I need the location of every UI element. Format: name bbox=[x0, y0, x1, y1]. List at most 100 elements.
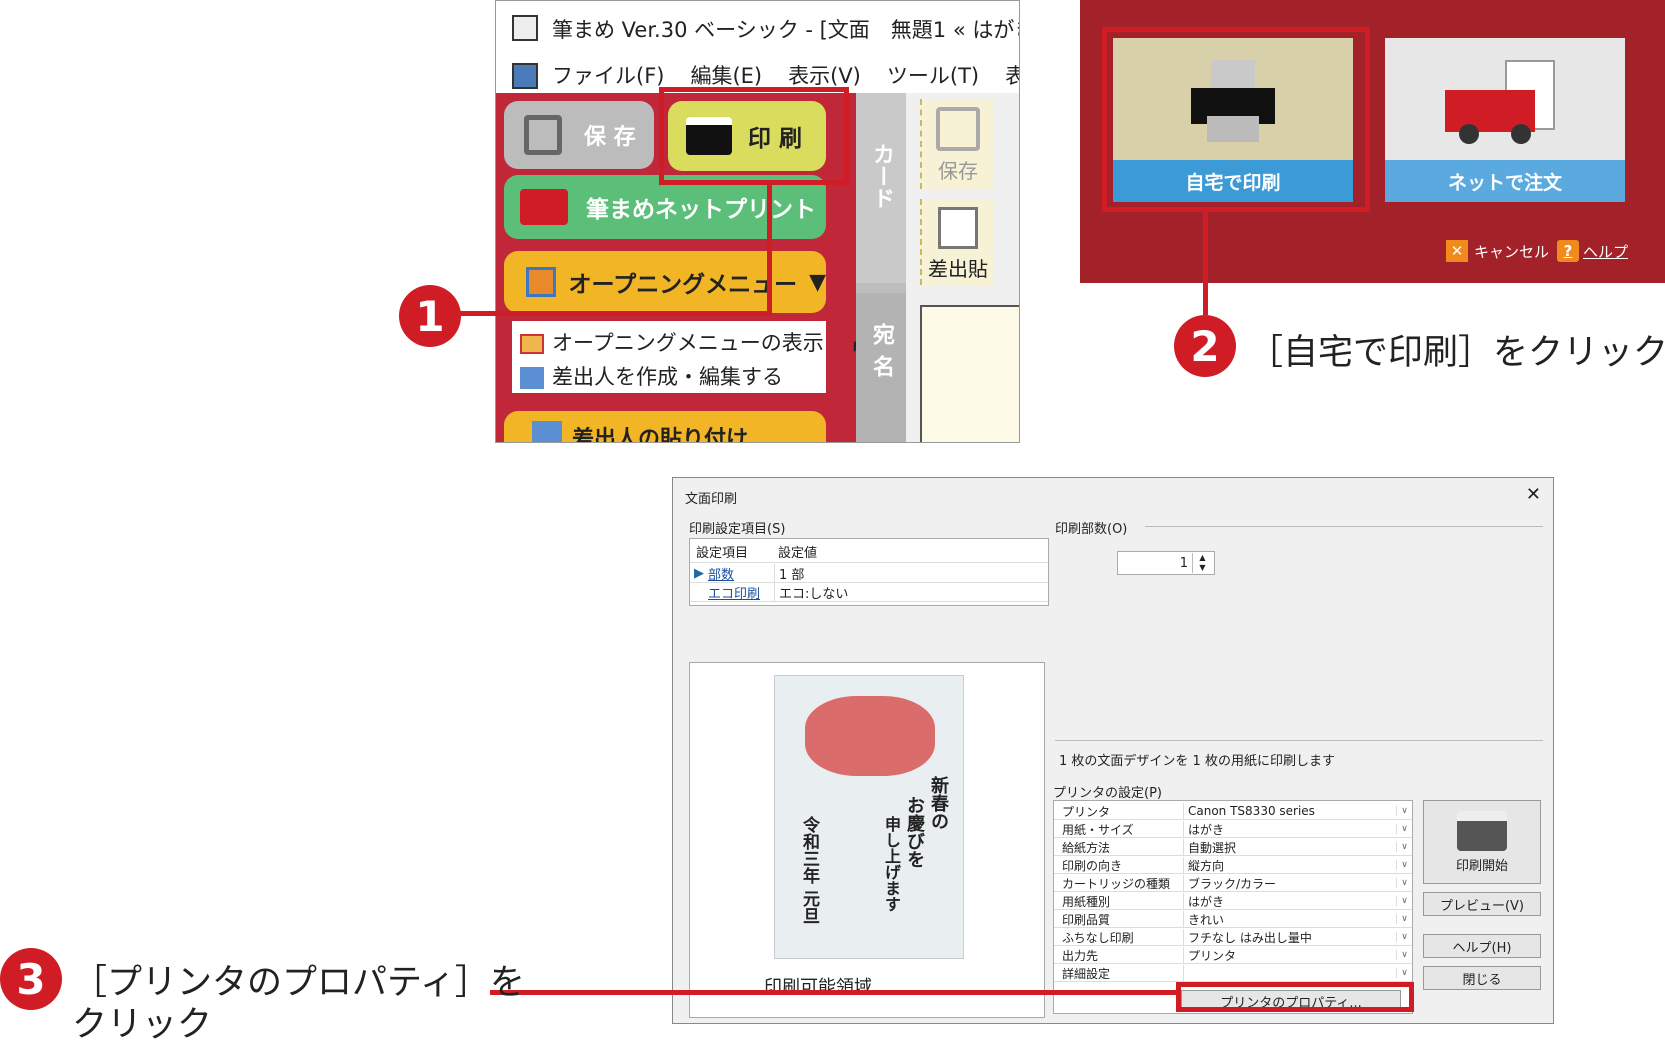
callout-3-text-line2: クリック bbox=[72, 1005, 213, 1045]
save-button[interactable]: 保 存 bbox=[504, 101, 654, 169]
paste-icon bbox=[532, 421, 562, 442]
spin-arrows-icon[interactable]: ▲ ▼ bbox=[1192, 553, 1212, 573]
printer-setting-item: プリンタ bbox=[1054, 802, 1184, 820]
menu-view[interactable]: 表示(V) bbox=[788, 60, 861, 90]
chevron-down-icon[interactable]: ∨ bbox=[1396, 950, 1412, 960]
help-button[interactable]: ヘルプ(H) bbox=[1423, 934, 1541, 958]
printer-setting-row[interactable]: 出力先 プリンタ ∨ bbox=[1054, 946, 1412, 964]
chevron-down-icon[interactable]: ∨ bbox=[1396, 860, 1412, 870]
printer-setting-item: 印刷品質 bbox=[1054, 910, 1184, 928]
app-menu-icon bbox=[512, 63, 538, 89]
menu-edit[interactable]: 編集(E) bbox=[690, 60, 762, 90]
printer-setting-row[interactable]: ふちなし印刷 フチなし はみ出し量中 ∨ bbox=[1054, 928, 1412, 946]
dialog-close-icon[interactable]: ✕ bbox=[1526, 484, 1541, 505]
chevron-down-icon[interactable]: ∨ bbox=[1396, 914, 1412, 924]
chevron-down-icon[interactable]: ∨ bbox=[1396, 824, 1412, 834]
printer-settings-label: プリンタの設定(P) bbox=[1053, 786, 1162, 801]
help-icon: ? bbox=[1557, 240, 1579, 262]
toolbar-save-button[interactable]: 保存 bbox=[920, 99, 994, 189]
row-pointer-icon: ▶ bbox=[694, 566, 704, 581]
close-button[interactable]: 閉じる bbox=[1423, 966, 1541, 990]
printer-setting-item: 印刷の向き bbox=[1054, 856, 1184, 874]
printer-setting-value: きれい bbox=[1188, 912, 1225, 927]
printer-setting-value: フチなし はみ出し量中 bbox=[1188, 930, 1312, 945]
app-window-panel: 筆まめ Ver.30 ベーシック - [文面 無題1 « はがき »] ファイル… bbox=[495, 0, 1020, 443]
menu-table[interactable]: 表(C) bbox=[1005, 60, 1019, 90]
chevron-down-icon[interactable]: ∨ bbox=[1396, 896, 1412, 906]
printer-setting-row[interactable]: カートリッジの種類 ブラック/カラー ∨ bbox=[1054, 874, 1412, 892]
chevron-down-icon[interactable]: ∨ bbox=[1396, 806, 1412, 816]
card-date: 令和三年 元旦 bbox=[799, 816, 819, 924]
submenu-list: オープニングメニューの表示▶ 差出人を作成・編集する bbox=[512, 321, 865, 393]
print-dialog: 文面印刷 ✕ 印刷設定項目(S) 設定項目 設定値 ▶ 部数 1 部 エコ印刷 … bbox=[672, 477, 1554, 1024]
printer-setting-item: カートリッジの種類 bbox=[1054, 874, 1184, 892]
sender-card-icon bbox=[938, 207, 978, 249]
printer-setting-item: 詳細設定 bbox=[1054, 964, 1184, 982]
printer-icon bbox=[1457, 810, 1507, 851]
opening-menu-button[interactable]: オープニングメニュー ▼ bbox=[504, 251, 826, 313]
submenu-item-sender[interactable]: 差出人を作成・編集する bbox=[520, 361, 783, 391]
chevron-down-icon[interactable]: ∨ bbox=[1396, 932, 1412, 942]
printer-setting-row[interactable]: 印刷品質 きれい ∨ bbox=[1054, 910, 1412, 928]
card-greeting-1: 新春の bbox=[928, 776, 949, 830]
preview-button[interactable]: プレビュー(V) bbox=[1423, 892, 1541, 916]
submenu-item-show-opening[interactable]: オープニングメニューの表示▶ bbox=[520, 327, 865, 357]
menu-tools[interactable]: ツール(T) bbox=[887, 60, 979, 90]
callout-3-line bbox=[490, 990, 1176, 995]
window-title-bar: 筆まめ Ver.30 ベーシック - [文面 無題1 « はがき »] bbox=[496, 1, 1019, 57]
print-start-button[interactable]: 印刷開始 bbox=[1423, 800, 1541, 884]
printer-setting-item: ふちなし印刷 bbox=[1054, 928, 1184, 946]
copies-stepper[interactable]: 1 ▲ ▼ bbox=[1117, 551, 1215, 575]
app-icon bbox=[512, 15, 538, 41]
chevron-down-icon[interactable]: ∨ bbox=[1396, 842, 1412, 852]
toolbar-sender-button[interactable]: 差出貼 bbox=[920, 199, 994, 285]
properties-highlight bbox=[1176, 982, 1414, 1012]
floppy-icon bbox=[524, 115, 562, 155]
callout-2-text: ［自宅で印刷］をクリック bbox=[1248, 333, 1665, 373]
printable-area-label: 印刷可能領域 bbox=[764, 977, 872, 998]
printer-setting-value: プリンタ bbox=[1188, 948, 1237, 963]
net-order-button[interactable]: ネットで注文 bbox=[1385, 38, 1625, 202]
printer-setting-row[interactable]: 用紙・サイズ はがき ∨ bbox=[1054, 820, 1412, 838]
help-link[interactable]: ? ヘルプ bbox=[1557, 240, 1628, 262]
chevron-down-icon[interactable]: ∨ bbox=[1396, 878, 1412, 888]
table-header: 設定項目 設定値 bbox=[690, 541, 1048, 563]
tab-address[interactable]: 宛名 bbox=[856, 293, 906, 442]
print-settings-label: 印刷設定項目(S) bbox=[689, 522, 786, 537]
tab-card[interactable]: カード bbox=[856, 93, 906, 283]
card-preview: 新春の お慶びを 申し上げます 令和三年 元旦 印刷可能領域 bbox=[689, 662, 1045, 1018]
menu-file[interactable]: ファイル(F) bbox=[552, 60, 664, 90]
info-divider bbox=[1055, 740, 1543, 741]
printer-setting-row[interactable]: プリンタ Canon TS8330 series ∨ bbox=[1054, 802, 1412, 820]
table-row[interactable]: ▶ 部数 1 部 bbox=[690, 564, 1048, 583]
paste-sender-button[interactable]: 差出人の貼り付け bbox=[504, 411, 826, 442]
right-toolbar: 保存 差出貼 bbox=[906, 93, 1019, 442]
printer-setting-value: 縦方向 bbox=[1188, 858, 1225, 873]
callout-1-badge: 1 bbox=[399, 285, 461, 347]
card-greeting-2: お慶びを bbox=[904, 796, 925, 868]
printer-setting-row[interactable]: 詳細設定 ∨ bbox=[1054, 964, 1412, 982]
printer-setting-row[interactable]: 印刷の向き 縦方向 ∨ bbox=[1054, 856, 1412, 874]
chevron-down-icon[interactable]: ∨ bbox=[1396, 968, 1412, 978]
printer-setting-row[interactable]: 給紙方法 自動選択 ∨ bbox=[1054, 838, 1412, 856]
home-print-highlight bbox=[1102, 27, 1370, 212]
card-greeting-3: 申し上げます bbox=[882, 816, 901, 912]
printer-setting-value: 自動選択 bbox=[1188, 840, 1237, 855]
printer-setting-row[interactable]: 用紙種別 はがき ∨ bbox=[1054, 892, 1412, 910]
copies-label: 印刷部数(O) bbox=[1055, 522, 1128, 537]
floppy-icon bbox=[936, 107, 980, 151]
printer-setting-item: 出力先 bbox=[1054, 946, 1184, 964]
print-settings-table: 設定項目 設定値 ▶ 部数 1 部 エコ印刷 エコ:しない bbox=[689, 538, 1049, 606]
table-row[interactable]: エコ印刷 エコ:しない bbox=[690, 583, 1048, 602]
cancel-link[interactable]: ✕ キャンセル bbox=[1446, 240, 1549, 262]
new-year-card: 新春の お慶びを 申し上げます 令和三年 元旦 bbox=[774, 675, 964, 959]
copies-divider bbox=[1145, 526, 1543, 527]
info-text: 1 枚の文面デザインを 1 枚の用紙に印刷します bbox=[1059, 754, 1335, 769]
callout-1-line-h bbox=[458, 311, 772, 316]
printer-setting-value: はがき bbox=[1188, 894, 1225, 909]
printer-setting-item: 用紙種別 bbox=[1054, 892, 1184, 910]
callout-2-badge: 2 bbox=[1174, 315, 1236, 377]
close-icon: ✕ bbox=[1446, 240, 1468, 262]
callout-2-line bbox=[1203, 212, 1208, 315]
print-button-highlight bbox=[659, 87, 849, 185]
